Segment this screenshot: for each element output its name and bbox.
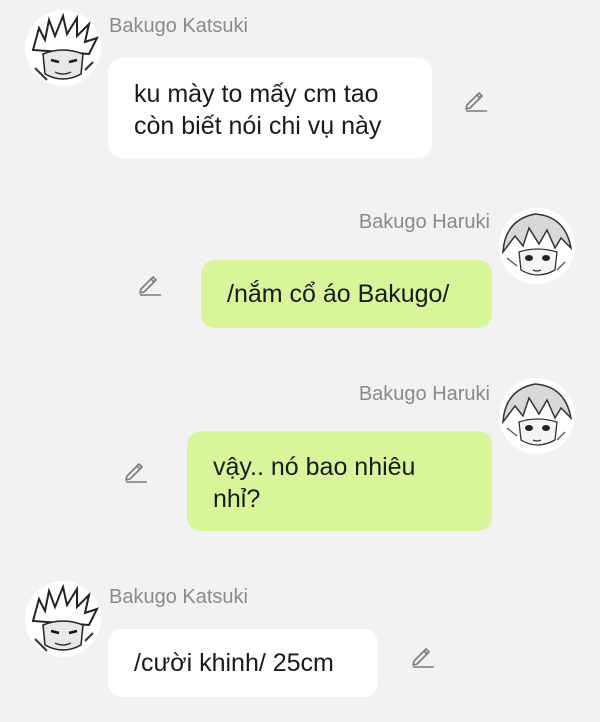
soft-hair-avatar-icon [499, 208, 575, 284]
edit-message-button[interactable] [461, 84, 491, 114]
pencil-edit-icon [139, 276, 161, 296]
sender-name: Bakugo Haruki [358, 211, 490, 233]
spiky-hair-avatar-icon [25, 10, 101, 86]
message-bubble[interactable]: vậy.. nó bao nhiêu nhỉ? [187, 431, 492, 531]
soft-hair-avatar-icon [499, 378, 575, 454]
message-text: ku mày to mấy cm tao còn biết nói chi vụ… [134, 80, 382, 140]
spiky-hair-avatar-icon [25, 581, 101, 657]
chat-log: Bakugo Katsuki ku mày to mấy cm tao còn … [0, 0, 600, 722]
sender-name: Bakugo Katsuki [109, 15, 248, 37]
pencil-edit-icon [465, 92, 487, 112]
sender-name: Bakugo Katsuki [109, 586, 248, 608]
edit-message-button[interactable] [408, 640, 438, 670]
avatar[interactable] [25, 10, 101, 86]
sender-name: Bakugo Haruki [358, 383, 490, 405]
avatar[interactable] [499, 378, 575, 454]
message-text: /cười khinh/ 25cm [134, 649, 334, 677]
message-bubble[interactable]: ku mày to mấy cm tao còn biết nói chi vụ… [108, 58, 432, 158]
edit-message-button[interactable] [135, 268, 165, 298]
avatar[interactable] [25, 581, 101, 657]
edit-message-button[interactable] [121, 455, 151, 485]
message-text: vậy.. nó bao nhiêu nhỉ? [213, 453, 416, 513]
pencil-edit-icon [412, 648, 434, 668]
avatar[interactable] [499, 208, 575, 284]
pencil-edit-icon [125, 463, 147, 483]
message-bubble[interactable]: /cười khinh/ 25cm [108, 629, 378, 697]
message-bubble[interactable]: /nắm cổ áo Bakugo/ [201, 260, 492, 328]
message-text: /nắm cổ áo Bakugo/ [227, 280, 450, 308]
